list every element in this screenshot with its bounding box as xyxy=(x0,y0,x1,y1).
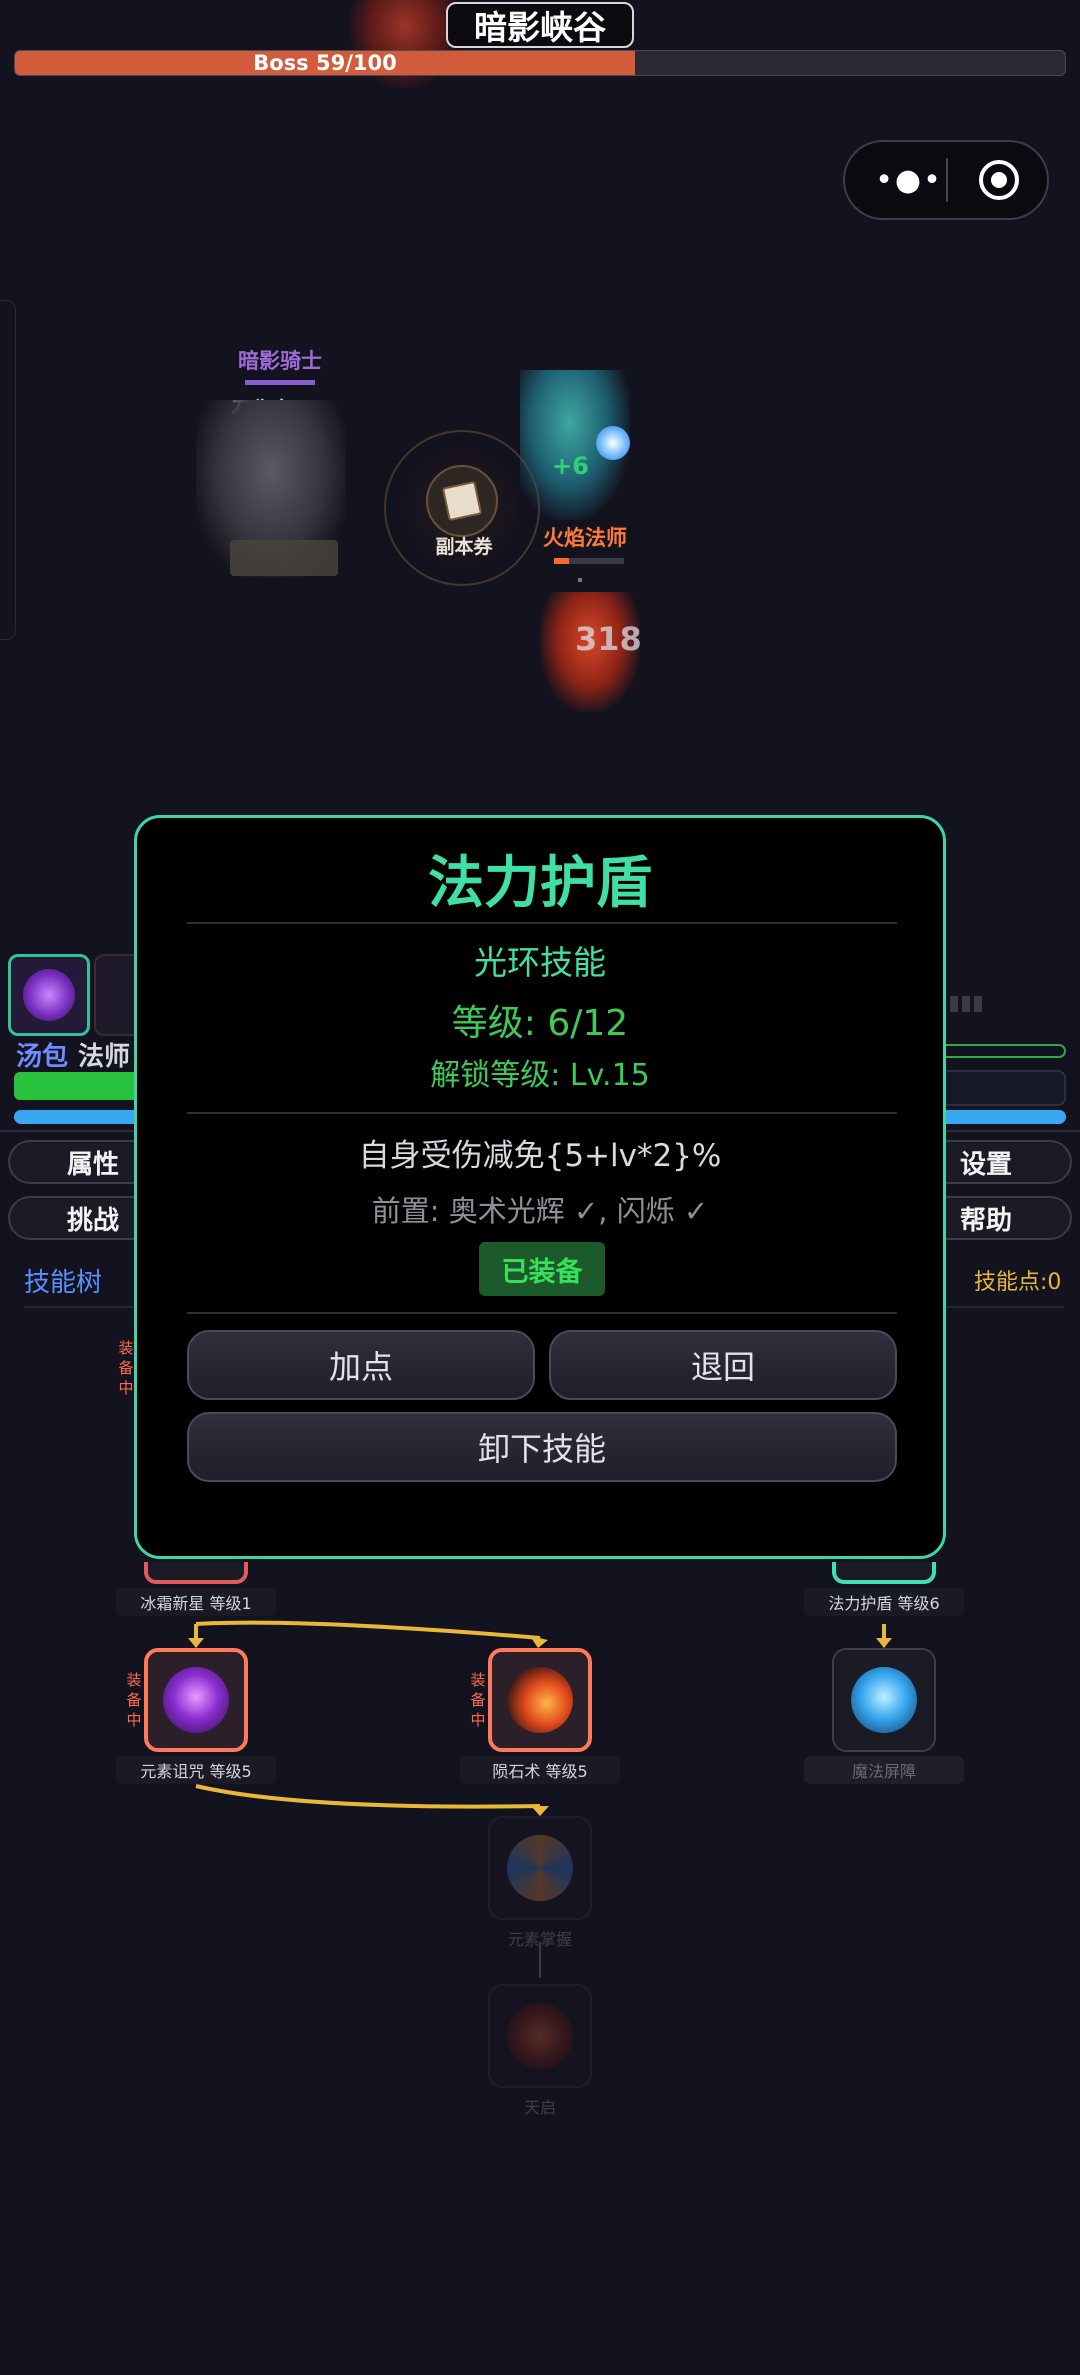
enemy-name: 暗影骑士 xyxy=(238,349,322,373)
modal-title: 法力护盾 xyxy=(428,851,652,916)
mana-shield-node[interactable] xyxy=(832,1562,936,1584)
enemy-hp-bar xyxy=(245,380,315,385)
magic-orb-icon xyxy=(596,426,630,460)
equip-tag-top: 装备中 xyxy=(118,1339,134,1397)
element-mastery-node[interactable] xyxy=(488,1816,592,1920)
skill-points: 技能点:0 xyxy=(974,1270,1062,1295)
hero-class: 法师 xyxy=(78,1042,131,1072)
capsule-divider xyxy=(946,158,948,202)
add-point-button[interactable]: 加点 xyxy=(187,1330,535,1400)
skill-effect: 自身受伤减免{5+lv*2}% xyxy=(358,1138,722,1174)
ticket-label: 副本券 xyxy=(435,536,493,558)
element-mastery-label: 元素掌握 xyxy=(507,1930,572,1949)
element-curse-icon xyxy=(163,1667,229,1733)
tab-skill-tree[interactable]: 技能树 xyxy=(24,1262,102,1299)
sky-fire-icon xyxy=(507,2003,573,2069)
meteor-node[interactable] xyxy=(488,1648,592,1752)
fire-mage-hp-bar xyxy=(554,558,624,564)
gargoyle-pedestal xyxy=(230,540,338,576)
fire-mage-hp-fill xyxy=(554,558,570,564)
element-curse-node[interactable] xyxy=(144,1648,248,1752)
boss-progress-label: Boss 59/100 xyxy=(253,51,397,75)
side-drawer-handle[interactable] xyxy=(0,300,16,640)
status-dots xyxy=(950,996,984,1012)
mana-shield-label: 法力护盾 等级6 xyxy=(804,1588,964,1616)
fire-mage-name: 火焰法师 xyxy=(543,526,627,550)
target-icon[interactable] xyxy=(979,160,1019,200)
element-curse-label: 元素诅咒 等级5 xyxy=(116,1756,276,1784)
magic-barrier-label: 魔法屏障 xyxy=(804,1756,964,1784)
modal-divider xyxy=(187,1112,897,1114)
unlock-level: 解锁等级: Lv.15 xyxy=(430,1058,650,1093)
boss-progress-bar: Boss 59/100 xyxy=(14,50,1066,76)
heal-float-text: +6 xyxy=(552,452,589,480)
ticket-icon[interactable] xyxy=(426,465,498,537)
equip-tag: 装备中 xyxy=(470,1671,486,1729)
skill-level: 等级: 6/12 xyxy=(451,1003,629,1044)
hero-skill-slot-2[interactable] xyxy=(94,954,136,1036)
marker-dot xyxy=(578,578,582,582)
hero-hp-bar xyxy=(14,1072,144,1100)
arcane-rune-icon xyxy=(23,969,75,1021)
meteor-label: 陨石术 等级5 xyxy=(460,1756,620,1784)
frost-nova-label: 冰霜新星 等级1 xyxy=(116,1588,276,1616)
equipped-badge: 已装备 xyxy=(479,1242,605,1296)
magic-barrier-node[interactable] xyxy=(832,1648,936,1752)
equip-tag: 装备中 xyxy=(126,1671,142,1729)
element-mastery-icon xyxy=(507,1835,573,1901)
more-icon[interactable]: •●• xyxy=(873,156,945,204)
refund-button[interactable]: 退回 xyxy=(549,1330,897,1400)
meteor-icon xyxy=(507,1667,573,1733)
right-slot xyxy=(944,1070,1066,1106)
right-status-bar xyxy=(944,1044,1066,1058)
frost-nova-node[interactable] xyxy=(144,1562,248,1584)
magic-barrier-icon xyxy=(851,1667,917,1733)
skill-type: 光环技能 xyxy=(474,943,606,982)
damage-number: 318 xyxy=(575,620,642,658)
modal-divider xyxy=(187,1312,897,1314)
zone-title: 暗影峡谷 xyxy=(446,2,634,48)
sky-fire-label: 天启 xyxy=(523,2098,556,2117)
hero-name: 汤包 xyxy=(16,1042,69,1072)
unequip-skill-button[interactable]: 卸下技能 xyxy=(187,1412,897,1482)
sky-fire-node[interactable] xyxy=(488,1984,592,2088)
modal-divider xyxy=(187,922,897,924)
skill-prerequisites: 前置: 奥术光辉 ✓, 闪烁 ✓ xyxy=(371,1194,709,1228)
miniprogram-capsule: •●• xyxy=(843,140,1049,220)
hero-skill-slot[interactable] xyxy=(8,954,90,1036)
skill-detail-modal: 法力护盾 光环技能 等级: 6/12 解锁等级: Lv.15 自身受伤减免{5+… xyxy=(134,815,946,1559)
